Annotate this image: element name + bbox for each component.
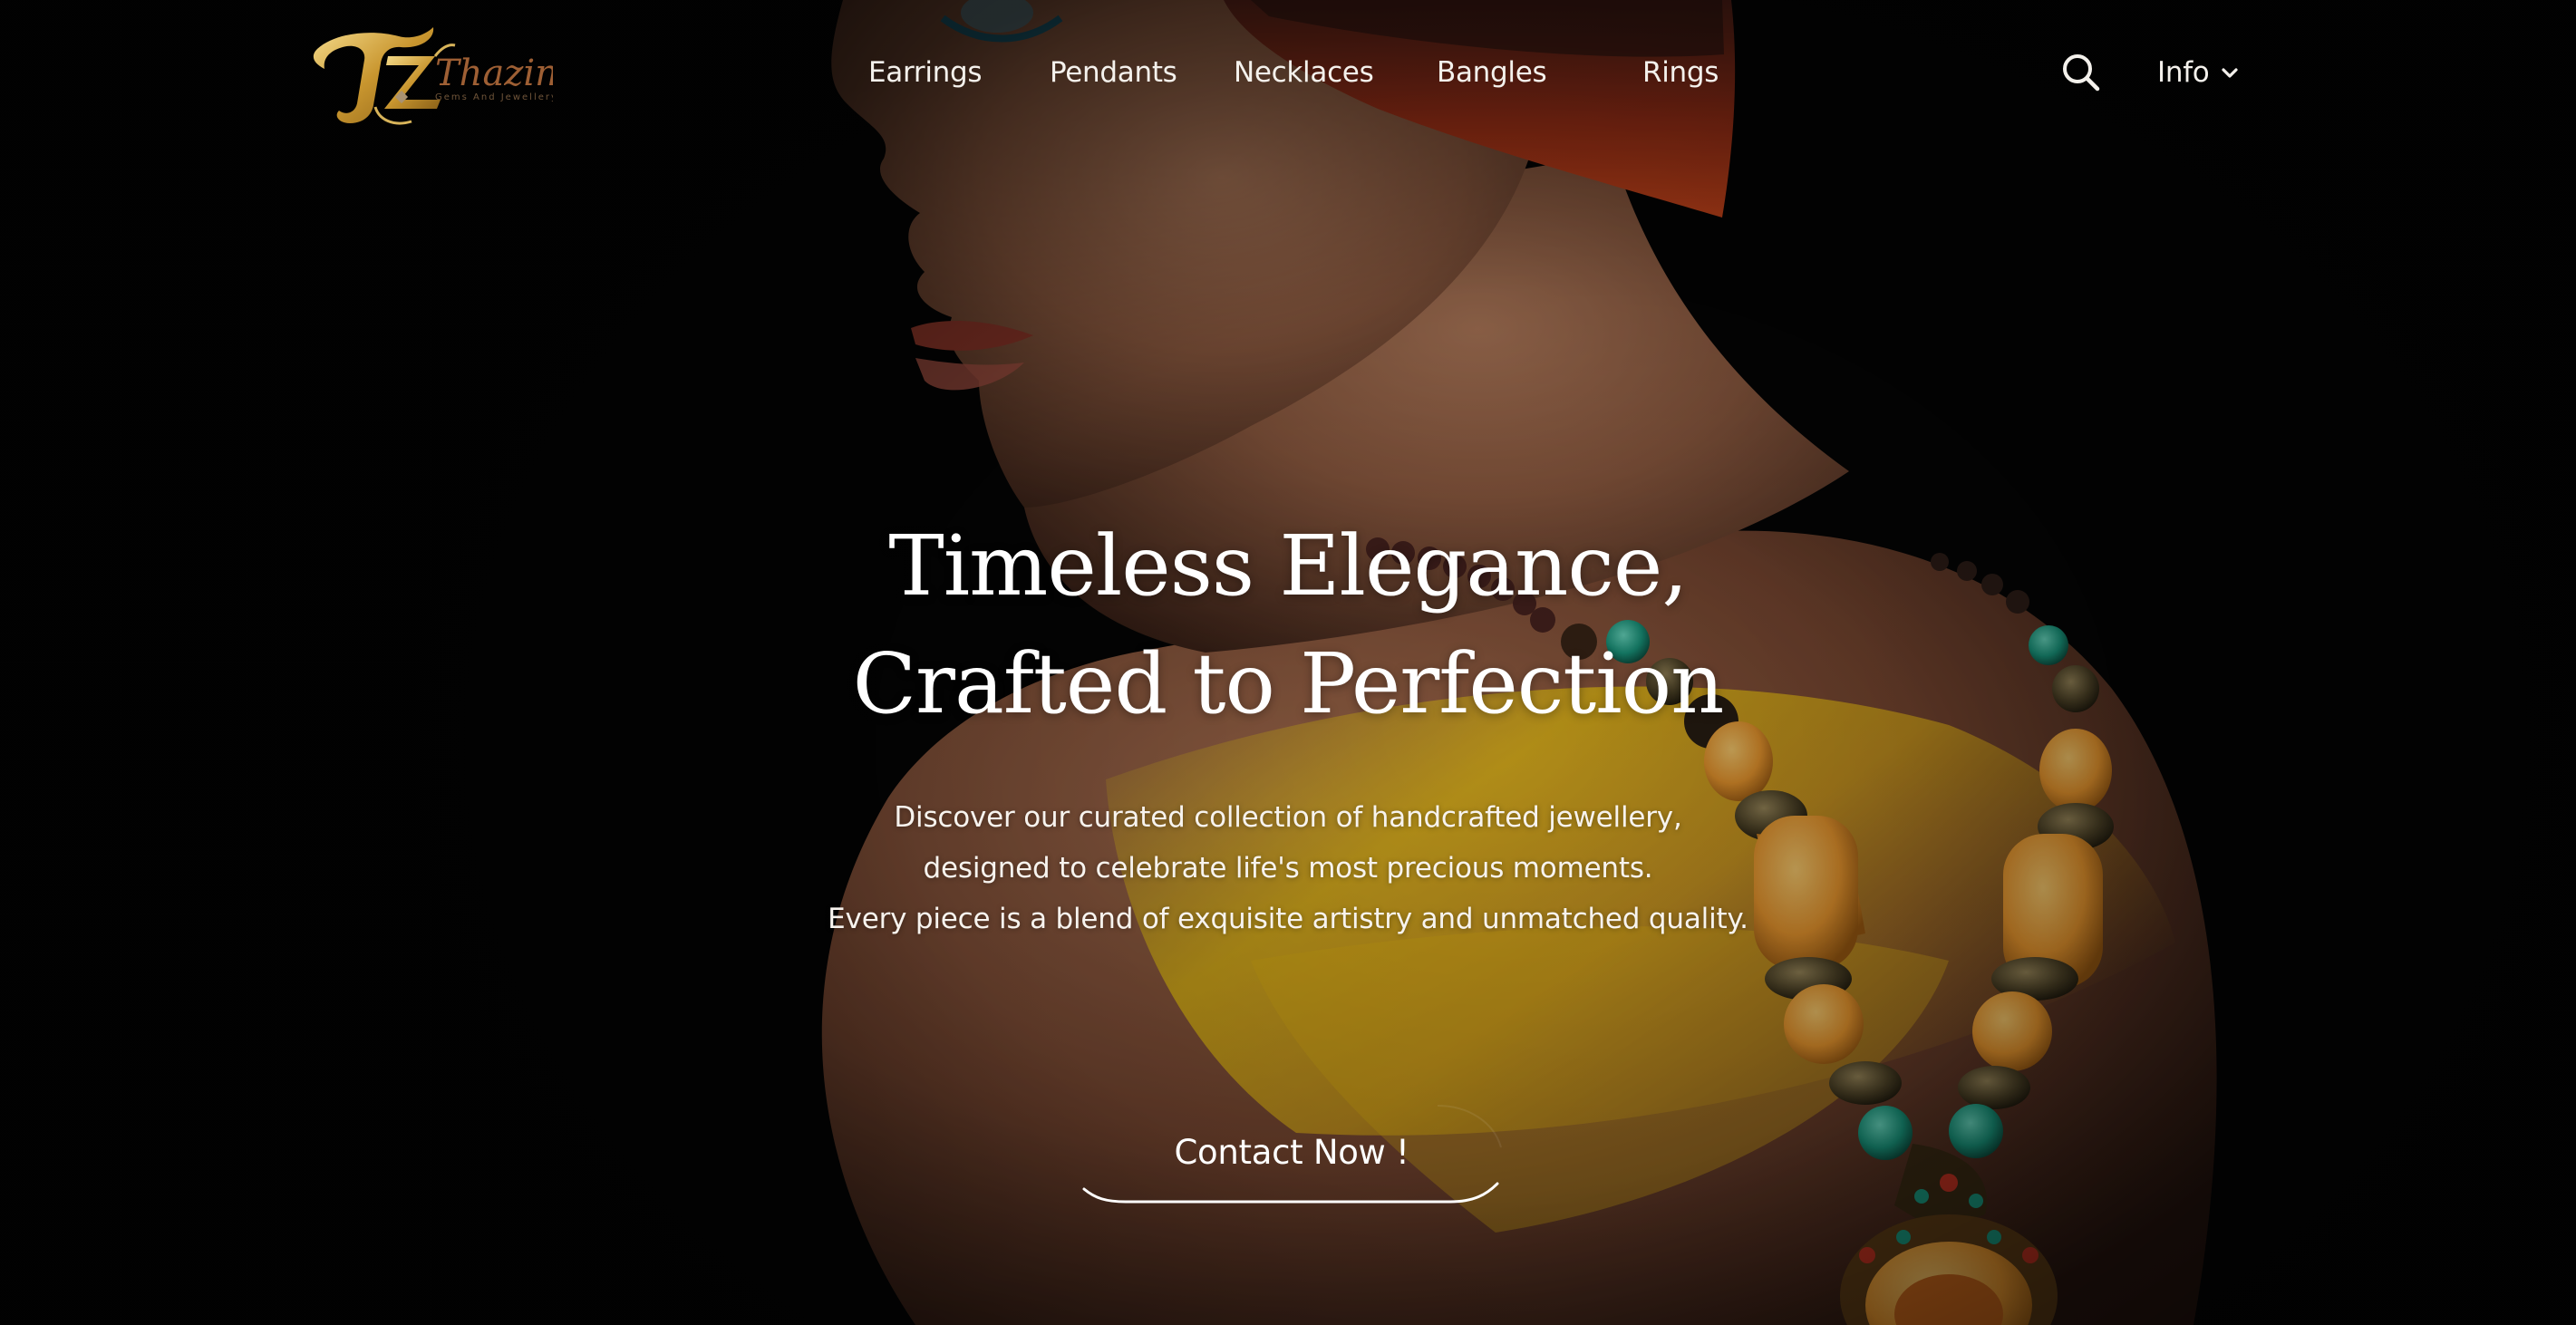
search-button[interactable] xyxy=(2056,47,2106,98)
contact-now-label: Contact Now ! xyxy=(1174,1133,1409,1172)
nav-item-rings[interactable]: Rings xyxy=(1642,47,1719,98)
nav-item-bangles[interactable]: Bangles xyxy=(1437,47,1547,98)
info-dropdown[interactable]: Info xyxy=(2157,47,2242,98)
nav-item-necklaces[interactable]: Necklaces xyxy=(1234,47,1374,98)
contact-now-button[interactable]: Contact Now ! xyxy=(1079,1102,1505,1205)
hero-description-line-2: designed to celebrate life's most precio… xyxy=(923,852,1653,885)
hero-description-line-3: Every piece is a blend of exquisite arti… xyxy=(828,903,1748,935)
hero-title: Timeless Elegance, Crafted to Perfection xyxy=(0,508,2576,743)
nav-item-pendants[interactable]: Pendants xyxy=(1050,47,1177,98)
site-header: Thazin Gems And Jewellery Earrings Penda… xyxy=(0,0,2576,145)
info-dropdown-label: Info xyxy=(2157,56,2210,89)
chevron-down-icon xyxy=(2222,68,2239,78)
page: Thazin Gems And Jewellery Earrings Penda… xyxy=(0,0,2576,1325)
hero-title-line-1: Timeless Elegance, xyxy=(888,517,1688,614)
hero-description: Discover our curated collection of handc… xyxy=(0,792,2576,944)
hero-description-line-1: Discover our curated collection of handc… xyxy=(894,801,1682,834)
nav-item-earrings[interactable]: Earrings xyxy=(868,47,983,98)
search-icon xyxy=(2063,54,2100,92)
hero-title-line-2: Crafted to Perfection xyxy=(852,635,1725,732)
